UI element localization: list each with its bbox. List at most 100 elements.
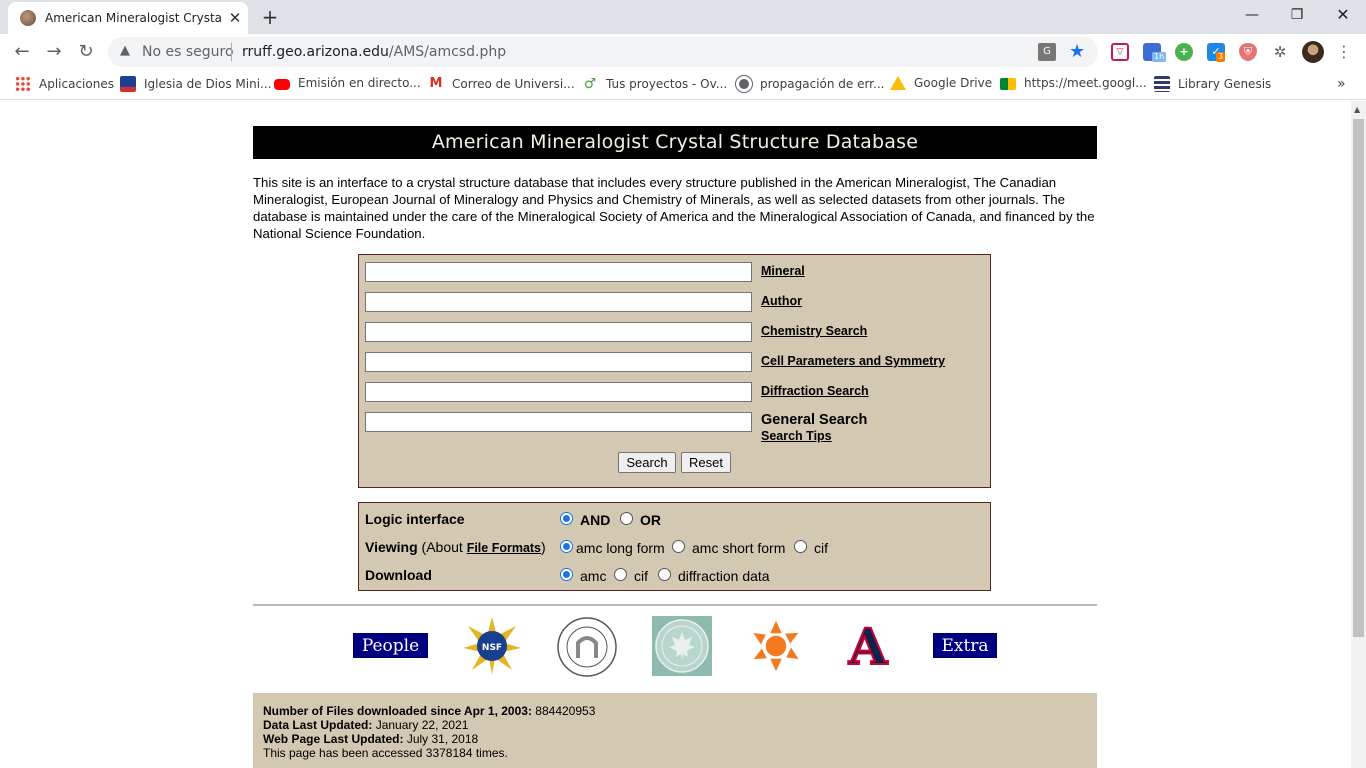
nsf-seal-icon: NSF xyxy=(463,617,521,675)
access-count: This page has been accessed 3378184 time… xyxy=(263,746,508,760)
author-input[interactable] xyxy=(365,292,752,312)
tasks-extension-icon[interactable]: ✓3 xyxy=(1207,43,1226,62)
restore-icon[interactable]: ❐ xyxy=(1274,4,1320,28)
people-logo-link[interactable]: People xyxy=(353,633,428,658)
address-bar[interactable]: ▲ No es seguro rruff.geo.arizona.edu/AMS… xyxy=(108,37,1098,67)
intro-paragraph: This site is an interface to a crystal s… xyxy=(253,175,1095,241)
calendar-extension-icon[interactable]: 1h xyxy=(1143,43,1167,62)
arizona-logo-link[interactable]: A xyxy=(842,616,900,677)
back-icon[interactable]: ← xyxy=(10,41,34,65)
bookmark-label: Google Drive xyxy=(914,76,993,90)
new-tab-icon[interactable]: + xyxy=(259,5,281,29)
gmail-icon: M xyxy=(429,76,443,91)
general-search-label: General Search xyxy=(761,412,868,428)
orange-crystal-icon xyxy=(750,617,802,675)
cell-params-link[interactable]: Cell Parameters and Symmetry xyxy=(761,354,945,368)
bookmark-meet[interactable]: https://meet.googl... xyxy=(1000,76,1147,90)
logic-or-label: OR xyxy=(640,512,661,528)
bookmark-gmail[interactable]: M Correo de Universi... xyxy=(428,76,575,92)
globe-icon xyxy=(736,76,752,92)
download-amc-radio[interactable] xyxy=(560,568,573,581)
translate-icon[interactable]: G xyxy=(1038,43,1056,61)
about-prefix: (About xyxy=(421,539,467,555)
about-suffix: ) xyxy=(541,539,546,555)
bookmarks-bar: Aplicaciones Iglesia de Dios Mini... Emi… xyxy=(0,70,1366,100)
bookmark-youtube[interactable]: Emisión en directo... xyxy=(274,76,421,90)
download-diffraction-radio[interactable] xyxy=(658,568,671,581)
data-updated-label: Data Last Updated: xyxy=(263,718,373,732)
browser-tab[interactable]: American Mineralogist Crystal St ✕ xyxy=(8,2,248,34)
cell-params-input[interactable] xyxy=(365,352,752,372)
mineral-link[interactable]: Mineral xyxy=(761,264,805,278)
downloads-value: 884420953 xyxy=(535,704,596,718)
bookmark-iglesia[interactable]: Iglesia de Dios Mini... xyxy=(120,76,272,92)
security-label[interactable]: No es seguro xyxy=(142,44,234,60)
mineral-input[interactable] xyxy=(365,262,752,282)
general-search-input[interactable] xyxy=(365,412,752,432)
libgen-icon xyxy=(1154,76,1170,92)
close-window-icon[interactable]: ✕ xyxy=(1320,4,1366,28)
msa-seal-icon xyxy=(557,617,617,677)
search-button[interactable]: Search xyxy=(618,452,676,473)
view-amc-short-radio[interactable] xyxy=(672,540,685,553)
mac-logo-link[interactable] xyxy=(652,616,712,676)
bookmarks-overflow-icon[interactable]: » xyxy=(1337,76,1346,92)
chemistry-search-link[interactable]: Chemistry Search xyxy=(761,324,867,338)
minimize-icon[interactable]: — xyxy=(1229,4,1275,28)
download-label: Download xyxy=(365,567,432,583)
scroll-up-icon[interactable]: ▲ xyxy=(1354,105,1360,114)
logic-label: Logic interface xyxy=(365,511,465,527)
diffraction-search-link[interactable]: Diffraction Search xyxy=(761,384,869,398)
menu-dots-icon[interactable]: ⋮ xyxy=(1335,43,1353,61)
warning-icon[interactable]: ▲ xyxy=(120,43,130,58)
crystal-logo-link[interactable] xyxy=(746,616,806,676)
url-path: /AMS/amcsd.php xyxy=(388,44,507,60)
bookmark-label: propagación de err... xyxy=(760,77,885,91)
page-updated-value: July 31, 2018 xyxy=(406,732,479,746)
reload-icon[interactable]: ↻ xyxy=(74,41,98,65)
shield-extension-icon[interactable]: ⛨ xyxy=(1239,43,1257,61)
nsf-logo-link[interactable]: NSF xyxy=(462,616,522,676)
extra-logo-link[interactable]: Extra xyxy=(933,633,997,658)
diffraction-input[interactable] xyxy=(365,382,752,402)
forward-icon[interactable]: → xyxy=(42,41,66,65)
page-scrollbar[interactable]: ▲ xyxy=(1351,101,1366,768)
reset-button[interactable]: Reset xyxy=(681,452,731,473)
download-row: Download amc cif diffraction data xyxy=(365,566,985,586)
logic-and-radio[interactable] xyxy=(560,512,573,525)
view-amc-short-label: amc short form xyxy=(692,540,786,556)
view-cif-radio[interactable] xyxy=(794,540,807,553)
author-link[interactable]: Author xyxy=(761,294,802,308)
meet-icon xyxy=(1000,78,1016,90)
view-amc-long-radio[interactable] xyxy=(560,540,573,553)
url-text[interactable]: rruff.geo.arizona.edu/AMS/amcsd.php xyxy=(242,44,506,60)
chemistry-input[interactable] xyxy=(365,322,752,342)
bookmark-propagacion[interactable]: propagación de err... xyxy=(736,76,884,92)
file-formats-link[interactable]: File Formats xyxy=(467,541,541,555)
plus-extension-icon[interactable]: + xyxy=(1175,43,1193,61)
bookmark-overleaf[interactable]: ♂ Tus proyectos - Ov... xyxy=(582,76,728,92)
downloads-label: Number of Files downloaded since Apr 1, … xyxy=(263,704,532,718)
page-banner: American Mineralogist Crystal Structure … xyxy=(253,126,1097,159)
calendar-badge: 1h xyxy=(1152,52,1167,62)
download-cif-radio[interactable] xyxy=(614,568,627,581)
bookmark-label: Aplicaciones xyxy=(39,77,114,91)
close-tab-icon[interactable]: ✕ xyxy=(227,9,243,27)
overleaf-icon: ♂ xyxy=(583,76,597,92)
scrollbar-thumb[interactable] xyxy=(1353,119,1364,637)
logic-or-radio[interactable] xyxy=(620,512,633,525)
bookmark-apps[interactable]: Aplicaciones xyxy=(15,76,114,92)
extensions-puzzle-icon[interactable]: ✲ xyxy=(1271,43,1289,61)
bookmark-libgen[interactable]: Library Genesis xyxy=(1154,76,1271,92)
bookmark-drive[interactable]: Google Drive xyxy=(890,76,992,90)
bookmark-star-icon[interactable]: ★ xyxy=(1069,41,1085,62)
site-favicon-icon xyxy=(20,10,36,26)
view-amc-long-label: amc long form xyxy=(576,540,665,556)
pocket-extension-icon[interactable]: ▽ xyxy=(1111,43,1129,61)
msa-logo-link[interactable] xyxy=(556,616,618,678)
arizona-logo-letter: A xyxy=(848,620,889,670)
drive-icon xyxy=(890,76,906,90)
search-tips-link[interactable]: Search Tips xyxy=(761,429,832,443)
tasks-badge: 3 xyxy=(1216,52,1226,62)
profile-avatar[interactable] xyxy=(1302,41,1324,63)
